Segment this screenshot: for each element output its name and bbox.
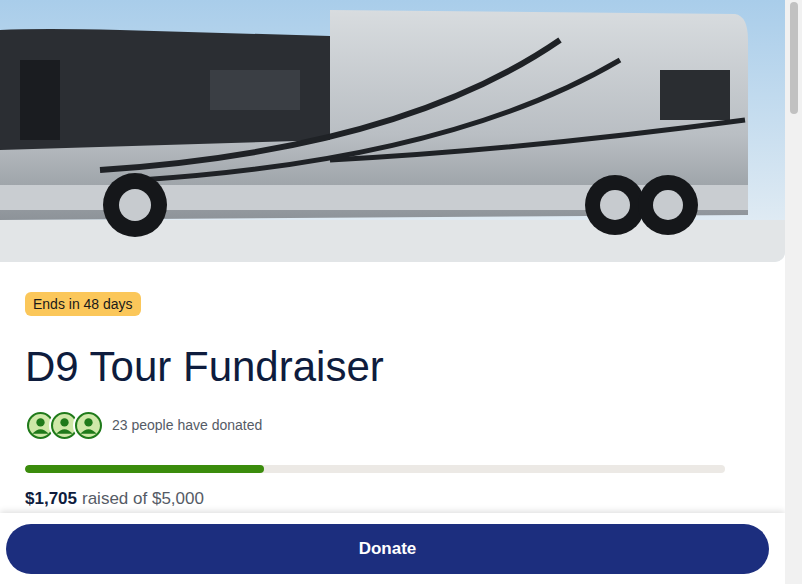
amount-raised: $1,705raised of $5,000 xyxy=(25,488,760,510)
deadline-badge: Ends in 48 days xyxy=(25,292,141,316)
donate-button[interactable]: Donate xyxy=(6,524,769,574)
campaign-title: D9 Tour Fundraiser xyxy=(25,342,760,392)
campaign-photo xyxy=(0,0,785,262)
donate-bar: Donate xyxy=(0,513,785,584)
badge-row: Ends in 48 days xyxy=(25,292,760,316)
scrollbar[interactable] xyxy=(785,0,802,584)
donor-avatars xyxy=(25,410,104,441)
person-icon xyxy=(73,410,104,441)
donors-row: 23 people have donated xyxy=(25,410,760,441)
raised-amount: $1,705 xyxy=(25,488,77,510)
goal-text: raised of $5,000 xyxy=(82,488,204,510)
donor-count: 23 people have donated xyxy=(112,415,262,436)
scrollbar-thumb[interactable] xyxy=(790,2,798,114)
campaign-details: Ends in 48 days D9 Tour Fundraiser 23 peop… xyxy=(0,262,785,510)
page: Ends in 48 days D9 Tour Fundraiser 23 peop… xyxy=(0,0,785,584)
progress-track xyxy=(25,465,725,473)
progress-fill xyxy=(25,465,264,473)
